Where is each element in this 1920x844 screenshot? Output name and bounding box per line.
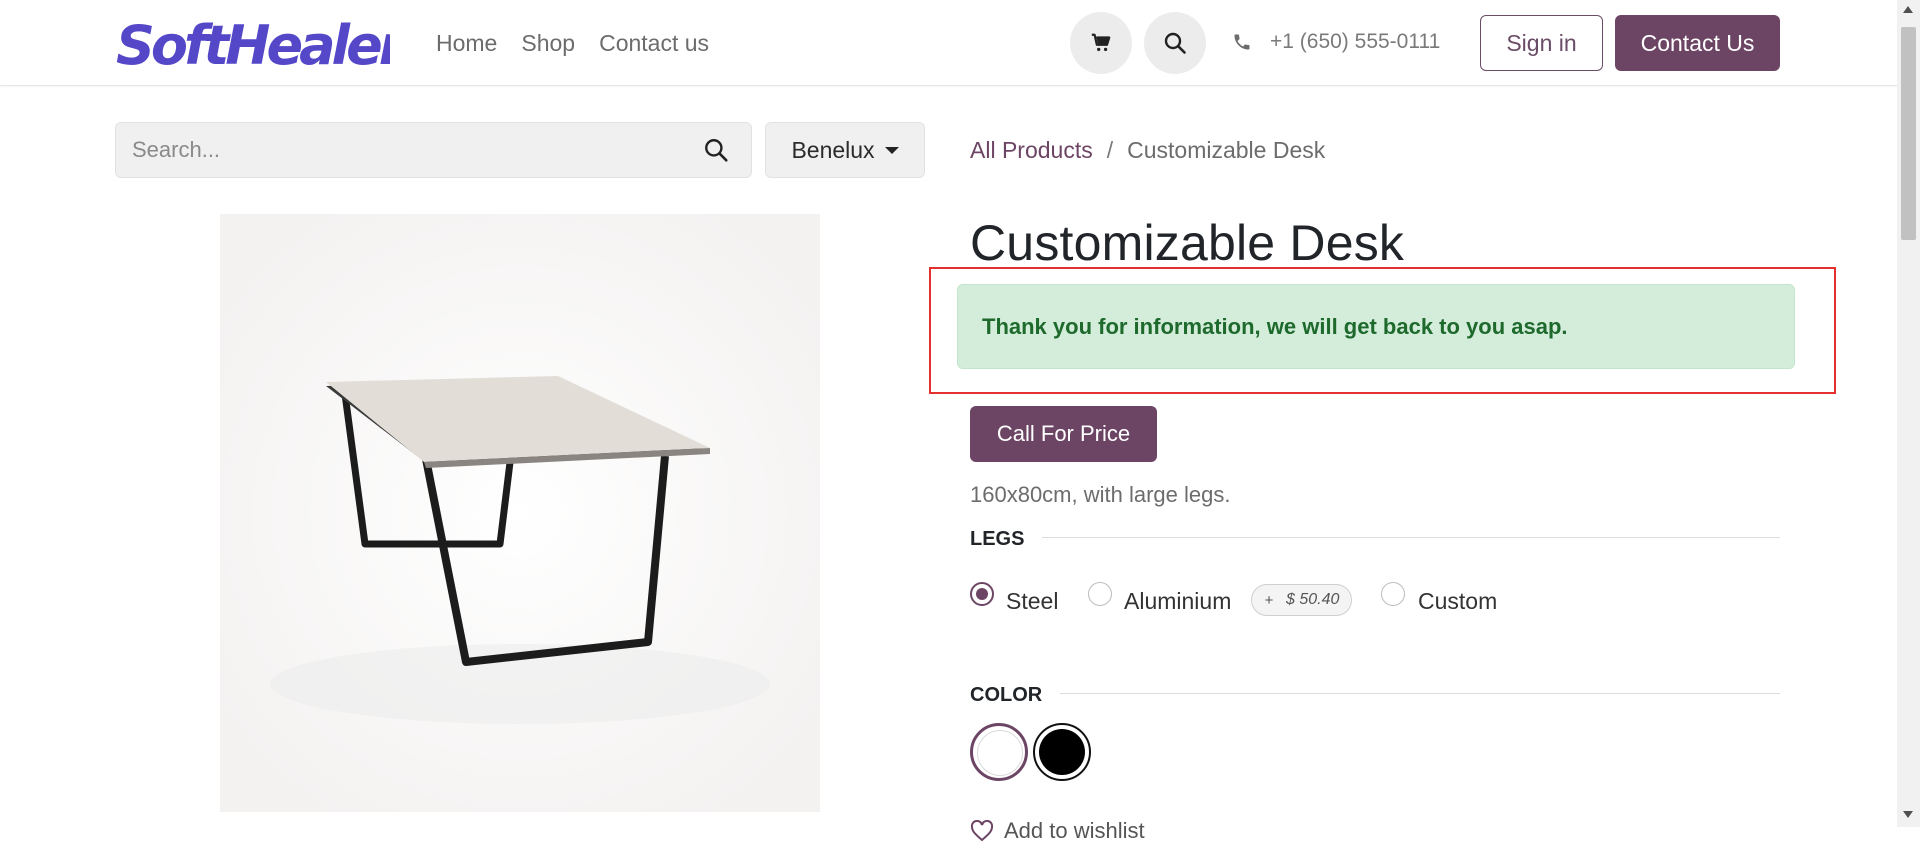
- legs-label: LEGS: [970, 528, 1025, 550]
- scroll-up-arrow-icon[interactable]: [1903, 6, 1913, 13]
- nav-contact-us[interactable]: Contact us: [599, 30, 709, 57]
- desk-illustration: [220, 214, 820, 812]
- radio-custom[interactable]: [1381, 582, 1405, 606]
- option-steel-label[interactable]: Steel: [1006, 588, 1058, 615]
- contact-us-button[interactable]: Contact Us: [1615, 15, 1780, 71]
- nav-home[interactable]: Home: [436, 30, 497, 57]
- legs-divider: [1042, 537, 1780, 538]
- main-nav: Home Shop Contact us: [436, 30, 709, 57]
- caret-down-icon: [884, 146, 899, 154]
- scrollbar-thumb[interactable]: [1901, 27, 1916, 240]
- aluminium-extra-price: $ 50.40: [1286, 591, 1340, 608]
- scroll-down-arrow-icon[interactable]: [1903, 811, 1913, 818]
- color-label: COLOR: [970, 684, 1043, 706]
- breadcrumb-all-products[interactable]: All Products: [970, 137, 1093, 164]
- breadcrumb: All Products / Customizable Desk: [970, 137, 1325, 164]
- pricelist-dropdown[interactable]: Benelux: [765, 122, 925, 178]
- search-icon: [1164, 32, 1186, 54]
- logo-text: SoftHealer: [116, 14, 390, 74]
- option-custom-label[interactable]: Custom: [1418, 588, 1497, 615]
- page-scrollbar[interactable]: [1897, 0, 1920, 827]
- product-description: 160x80cm, with large legs.: [970, 482, 1231, 507]
- phone-contact[interactable]: +1 (650) 555-0111: [1232, 30, 1440, 54]
- add-to-wishlist[interactable]: Add to wishlist: [970, 818, 1145, 844]
- option-aluminium-label[interactable]: Aluminium: [1124, 588, 1231, 615]
- product-search-bar: [115, 122, 752, 178]
- site-header: SoftHealer Home Shop Contact us +1 (650)…: [0, 0, 1897, 86]
- cart-icon: [1091, 33, 1111, 52]
- header-search-button[interactable]: [1144, 12, 1206, 74]
- color-swatch-white[interactable]: [970, 723, 1028, 781]
- radio-aluminium[interactable]: [1088, 582, 1112, 606]
- wishlist-label: Add to wishlist: [1004, 818, 1145, 843]
- phone-number: +1 (650) 555-0111: [1270, 30, 1441, 53]
- product-image[interactable]: [220, 214, 820, 812]
- nav-shop[interactable]: Shop: [521, 30, 575, 57]
- heart-icon: [970, 820, 994, 842]
- phone-icon: [1234, 34, 1250, 50]
- product-search-input[interactable]: [132, 123, 672, 177]
- product-title: Customizable Desk: [970, 215, 1405, 271]
- search-icon[interactable]: [703, 137, 729, 163]
- breadcrumb-current: Customizable Desk: [1127, 137, 1326, 163]
- color-swatch-black[interactable]: [1033, 723, 1091, 781]
- call-for-price-button[interactable]: Call For Price: [970, 406, 1157, 462]
- color-divider: [1060, 693, 1780, 694]
- plus-icon: +: [1264, 591, 1274, 609]
- cart-button[interactable]: [1070, 12, 1132, 74]
- pricelist-selected: Benelux: [791, 136, 875, 163]
- sign-in-button[interactable]: Sign in: [1480, 15, 1603, 71]
- softhealer-logo[interactable]: SoftHealer: [114, 12, 390, 74]
- aluminium-extra-price-badge: + $ 50.40: [1251, 584, 1353, 616]
- success-alert: Thank you for information, we will get b…: [957, 284, 1795, 369]
- radio-steel[interactable]: [970, 582, 994, 606]
- breadcrumb-separator: /: [1106, 137, 1114, 163]
